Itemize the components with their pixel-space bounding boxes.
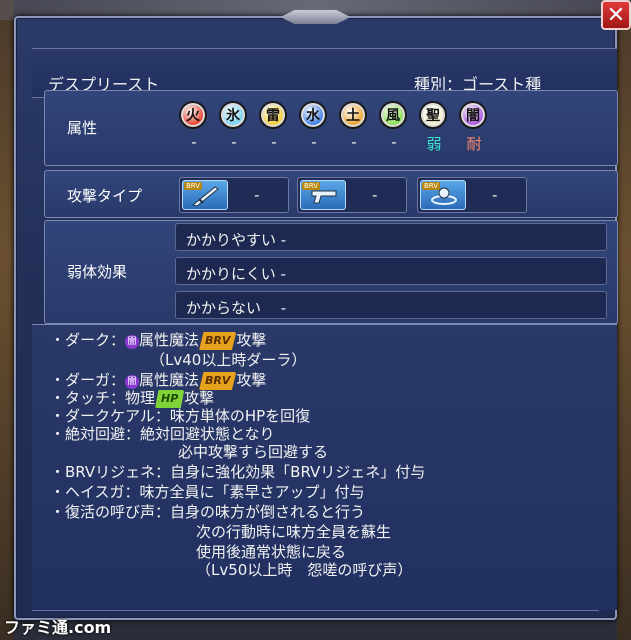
skill-text: 攻撃 xyxy=(236,371,267,389)
element-value: - xyxy=(271,133,277,151)
background-right xyxy=(617,0,631,640)
skill-text: （Lv40以上時ダーラ） xyxy=(150,351,307,369)
element-resist-5: 風- xyxy=(379,101,409,151)
skill-text: ・ヘイスガ：味方全員に「素早さアップ」付与 xyxy=(50,483,365,501)
skill-list: ・ダーク：闇属性魔法 BRV 攻撃 （Lv40以上時ダーラ） ・ダーガ：闇属性魔法 B… xyxy=(32,324,617,610)
skill-text: 次の行動時に味方全員を蘇生 xyxy=(196,523,392,541)
magic-icon: BRV xyxy=(420,180,466,210)
attack-tile-magic: BRV - xyxy=(417,177,527,213)
skill-text: 属性魔法 xyxy=(139,371,200,389)
dark-element-icon: 闇 xyxy=(125,335,140,349)
skill-line: 次の行動時に味方全員を蘇生 xyxy=(196,523,391,541)
attack-tile-gun: BRV - xyxy=(297,177,407,213)
skill-line: ・ダーガ：闇属性魔法 BRV 攻撃 xyxy=(50,371,266,390)
debuff-text: かかりやすい - xyxy=(186,231,287,249)
brv-chip: BRV xyxy=(199,372,237,390)
skill-name: ・ダーク： xyxy=(50,331,126,349)
skill-text: ・BRVリジェネ：自身に強化効果「BRVリジェネ」付与 xyxy=(50,463,426,481)
element-resist-0: 火- xyxy=(179,101,209,151)
element-value: - xyxy=(231,133,237,151)
hp-chip: HP xyxy=(155,390,185,408)
element-value: - xyxy=(391,133,397,151)
skill-text: ・絶対回避：絶対回避状態となり xyxy=(50,425,275,443)
skill-text: 必中攻撃すら回避する xyxy=(178,443,329,461)
watermark-logo: ファミ通.com xyxy=(4,618,112,637)
attribute-panel: 属性 火-氷-雷-水-土-風-聖弱闇耐 xyxy=(44,90,618,166)
sword-icon: BRV xyxy=(182,180,228,210)
skill-name: ・ダーガ： xyxy=(50,371,126,389)
attack-type-label: 攻撃タイプ xyxy=(67,187,143,205)
attack-value: - xyxy=(372,186,378,204)
close-button[interactable]: ✕ xyxy=(601,0,631,30)
window-bottom-edge xyxy=(32,610,599,618)
skill-line: 必中攻撃すら回避する xyxy=(178,443,328,461)
element-value: - xyxy=(311,133,317,151)
debuff-text: かかりにくい - xyxy=(186,265,286,283)
element-value: 弱 xyxy=(426,135,442,153)
skill-text: 使用後通常状態に戻る xyxy=(196,543,347,561)
window-ornament xyxy=(280,10,351,24)
attack-type-panel: 攻撃タイプ BRV - BRV - BRV - xyxy=(44,170,618,218)
gun-icon: BRV xyxy=(300,180,346,210)
enemy-info-window: デスプリースト 種別：ゴースト種 属性 火-氷-雷-水-土-風-聖弱闇耐 攻撃タ… xyxy=(14,10,618,620)
element-resist-2: 雷- xyxy=(259,101,289,151)
skill-text: 攻撃 xyxy=(184,389,215,407)
attack-value: - xyxy=(254,186,260,204)
element-orb-icon: 土 xyxy=(339,101,367,129)
skill-text: （Lv50以上時 怨嗟の呼び声） xyxy=(196,561,413,579)
skill-text: ・ダークケアル：味方単体のHPを回復 xyxy=(50,407,311,425)
attack-value: - xyxy=(492,186,498,204)
element-value: - xyxy=(351,133,357,151)
element-resist-7: 闇耐 xyxy=(459,101,489,154)
debuff-row-susceptible: かかりやすい - xyxy=(175,223,607,251)
skill-line: （Lv40以上時ダーラ） xyxy=(150,351,306,369)
element-orb-icon: 水 xyxy=(299,101,327,129)
dark-element-icon: 闇 xyxy=(125,375,140,389)
element-orb-icon: 風 xyxy=(379,101,407,129)
skill-line: 使用後通常状態に戻る xyxy=(196,543,346,561)
debuff-panel: 弱体効果 かかりやすい - かかりにくい - かからない - xyxy=(44,220,618,324)
debuff-text: かからない - xyxy=(186,299,287,317)
skill-line: ・ダークケアル：味方単体のHPを回復 xyxy=(50,407,310,425)
element-resist-1: 氷- xyxy=(219,101,249,151)
brv-chip: BRV xyxy=(199,332,237,350)
element-value: - xyxy=(191,133,197,151)
skill-text: ・復活の呼び声：自身の味方が倒されると行う xyxy=(50,503,366,521)
element-resist-4: 土- xyxy=(339,101,369,151)
skill-text: 攻撃 xyxy=(236,331,267,349)
skill-text: 属性魔法 xyxy=(139,331,200,349)
element-orb-icon: 氷 xyxy=(219,101,247,129)
element-orb-icon: 火 xyxy=(179,101,207,129)
skill-name: ・タッチ：物理 xyxy=(50,389,156,407)
skill-line: （Lv50以上時 怨嗟の呼び声） xyxy=(196,561,412,579)
skill-line: ・復活の呼び声：自身の味方が倒されると行う xyxy=(50,503,365,521)
element-orb-icon: 闇 xyxy=(459,101,487,129)
skill-line: ・絶対回避：絶対回避状態となり xyxy=(50,425,275,443)
element-value: 耐 xyxy=(466,135,482,153)
debuff-label: 弱体効果 xyxy=(67,263,128,281)
element-resist-3: 水- xyxy=(299,101,329,151)
debuff-row-immune: かからない - xyxy=(175,291,607,319)
background-left xyxy=(0,0,14,640)
skill-line: ・ヘイスガ：味方全員に「素早さアップ」付与 xyxy=(50,483,365,501)
element-orb-icon: 雷 xyxy=(259,101,287,129)
skill-line: ・BRVリジェネ：自身に強化効果「BRVリジェネ」付与 xyxy=(50,463,425,481)
element-resist-6: 聖弱 xyxy=(419,101,449,154)
skill-line: ・タッチ：物理 HP 攻撃 xyxy=(50,389,214,408)
attack-tile-sword: BRV - xyxy=(179,177,289,213)
skill-line: ・ダーク：闇属性魔法 BRV 攻撃 xyxy=(50,331,266,350)
element-orb-icon: 聖 xyxy=(419,101,447,129)
debuff-row-resistant: かかりにくい - xyxy=(175,257,607,285)
attribute-label: 属性 xyxy=(67,119,98,137)
